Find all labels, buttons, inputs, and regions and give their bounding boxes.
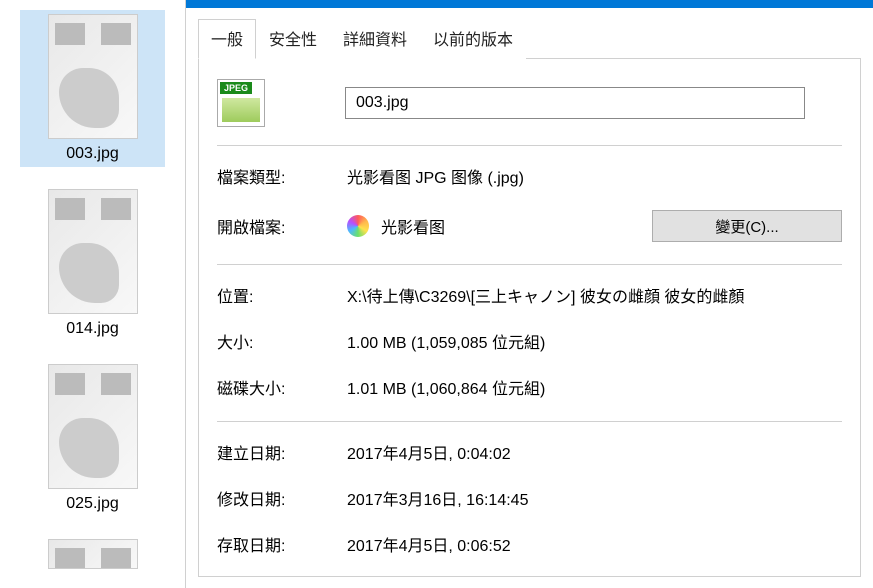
- tab-security[interactable]: 安全性: [256, 19, 330, 59]
- label-accessed: 存取日期:: [217, 532, 347, 556]
- tab-previous-versions[interactable]: 以前的版本: [420, 19, 526, 59]
- thumbnail-image: [48, 539, 138, 569]
- tab-strip: 一般 安全性 詳細資料 以前的版本: [198, 18, 861, 59]
- properties-panel: 一般 安全性 詳細資料 以前的版本 JPEG 檔案類型: 光影看图 JPG 图像…: [185, 0, 873, 588]
- thumbnail-label: 025.jpg: [66, 495, 119, 513]
- thumbnail-image: [48, 364, 138, 489]
- thumbnail-item[interactable]: 025.jpg: [20, 360, 165, 517]
- thumbnail-image: [48, 189, 138, 314]
- thumbnail-item[interactable]: [20, 535, 165, 573]
- label-modified: 修改日期:: [217, 486, 347, 510]
- divider: [217, 421, 842, 422]
- file-type-icon: JPEG: [217, 79, 265, 127]
- tab-general[interactable]: 一般: [198, 19, 256, 59]
- thumbnail-item[interactable]: 003.jpg: [20, 10, 165, 167]
- label-file-type: 檔案類型:: [217, 164, 347, 188]
- thumbnail-label: 014.jpg: [66, 320, 119, 338]
- value-modified: 2017年3月16日, 16:14:45: [347, 486, 842, 510]
- label-size: 大小:: [217, 329, 347, 353]
- value-location: X:\待上傳\C3269\[三上キャノン] 彼女の雌顔 彼女的雌顏: [347, 283, 842, 307]
- thumbnail-panel: 003.jpg 014.jpg 025.jpg: [0, 0, 185, 588]
- value-opens-with: 光影看图: [381, 214, 445, 238]
- filename-input[interactable]: [345, 87, 805, 119]
- label-opens-with: 開啟檔案:: [217, 214, 347, 238]
- divider: [217, 264, 842, 265]
- label-created: 建立日期:: [217, 440, 347, 464]
- app-icon: [347, 215, 369, 237]
- thumbnail-label: 003.jpg: [66, 145, 119, 163]
- thumbnail-item[interactable]: 014.jpg: [20, 185, 165, 342]
- value-file-type: 光影看图 JPG 图像 (.jpg): [347, 164, 842, 188]
- window-titlebar: [186, 0, 873, 8]
- divider: [217, 145, 842, 146]
- change-button[interactable]: 變更(C)...: [652, 210, 842, 242]
- value-size-on-disk: 1.01 MB (1,060,864 位元組): [347, 375, 842, 399]
- label-location: 位置:: [217, 283, 347, 307]
- general-tab-panel: JPEG 檔案類型: 光影看图 JPG 图像 (.jpg) 開啟檔案: 光影看图…: [198, 59, 861, 577]
- thumbnail-image: [48, 14, 138, 139]
- tab-details[interactable]: 詳細資料: [330, 19, 420, 59]
- label-size-on-disk: 磁碟大小:: [217, 375, 347, 399]
- value-size: 1.00 MB (1,059,085 位元組): [347, 329, 842, 353]
- value-accessed: 2017年4月5日, 0:06:52: [347, 532, 842, 556]
- value-created: 2017年4月5日, 0:04:02: [347, 440, 842, 464]
